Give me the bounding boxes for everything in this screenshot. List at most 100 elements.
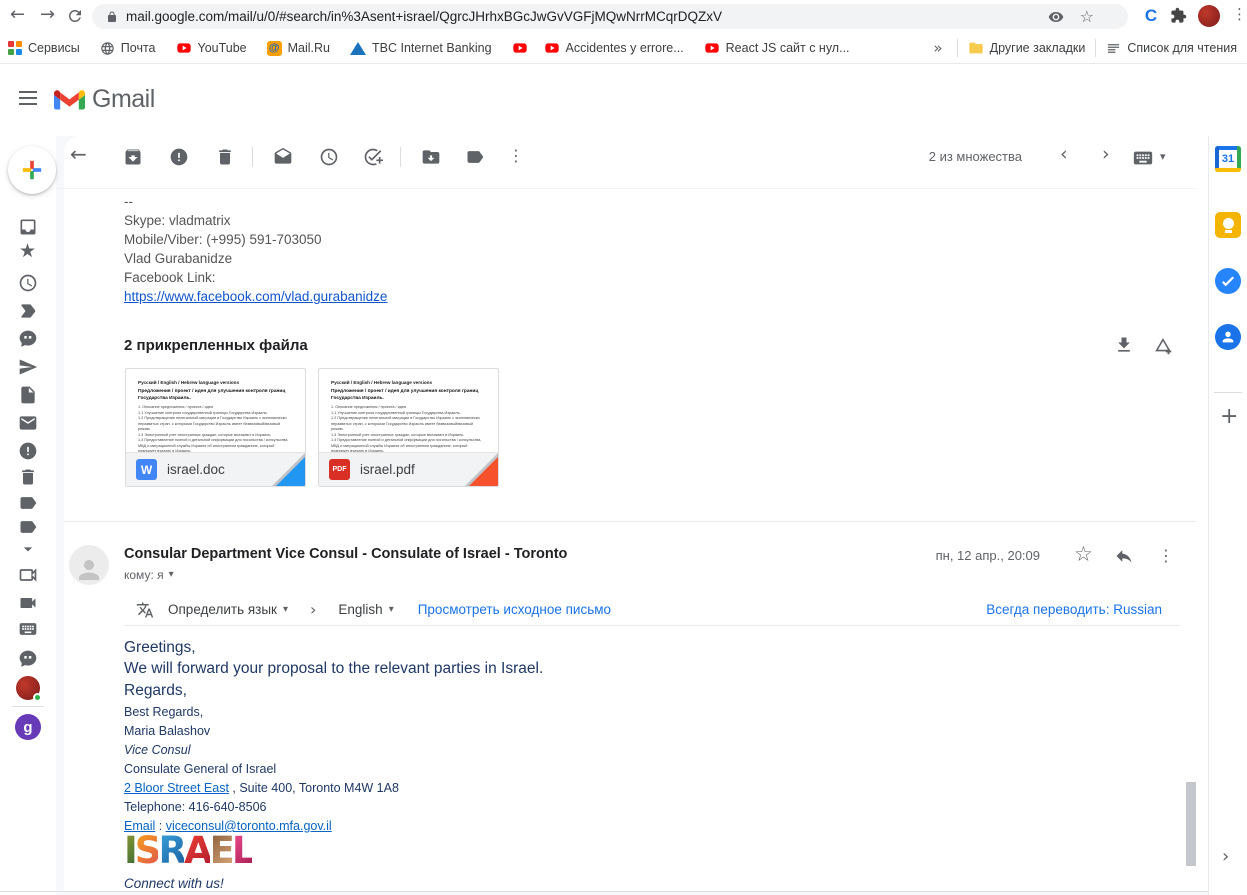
- address-link[interactable]: 2 Bloor Street East: [124, 781, 229, 795]
- move-to-icon[interactable]: [420, 146, 442, 168]
- input-tools-keyboard-icon[interactable]: [1132, 147, 1154, 169]
- details-caret-icon[interactable]: ▾: [169, 570, 174, 580]
- sidebar-starred-icon[interactable]: ★: [19, 242, 36, 261]
- add-all-to-drive-icon[interactable]: [1152, 335, 1174, 357]
- bookmark-star-icon[interactable]: ☆: [1080, 9, 1094, 25]
- collapse-panel-chevron-icon[interactable]: ›: [1222, 848, 1229, 866]
- extension-c-icon[interactable]: C: [1140, 5, 1162, 27]
- address-bar[interactable]: mail.google.com/mail/u/0/#search/in%3Ase…: [92, 4, 1128, 29]
- browser-profile-avatar[interactable]: [1198, 5, 1220, 27]
- sidebar-chats-icon[interactable]: [17, 328, 39, 350]
- youtube-icon: [544, 40, 560, 56]
- message-more-icon[interactable]: ⋮: [1158, 548, 1174, 564]
- bookmark-mailru[interactable]: @ Mail.Ru: [267, 41, 330, 56]
- meet-keyboard-icon[interactable]: [17, 618, 39, 640]
- sidebar-label-icon[interactable]: [17, 516, 39, 538]
- archive-icon[interactable]: [122, 146, 144, 168]
- body-address-line: 2 Bloor Street East , Suite 400, Toronto…: [124, 781, 399, 795]
- older-conversation-icon[interactable]: ›: [1102, 145, 1110, 164]
- sidebar-sent-icon[interactable]: [17, 356, 39, 378]
- sender-name[interactable]: Consular Department Vice Consul - Consul…: [124, 546, 567, 562]
- sidebar-inbox-icon[interactable]: [17, 216, 39, 238]
- add-addon-icon[interactable]: +: [1220, 406, 1238, 428]
- calendar-icon[interactable]: 31: [1215, 146, 1241, 172]
- sidebar-important-icon[interactable]: [17, 300, 39, 322]
- tbc-triangle-icon: [350, 42, 366, 55]
- reading-list-button[interactable]: Список для чтения: [1106, 41, 1237, 56]
- tasks-icon[interactable]: [1215, 268, 1241, 294]
- browser-menu-icon[interactable]: ⋮: [1232, 7, 1247, 22]
- browser-refresh-icon[interactable]: [66, 7, 84, 25]
- youtube-icon: [704, 40, 720, 56]
- body-sig-line: Consulate General of Israel: [124, 762, 276, 776]
- attachment-card-doc[interactable]: Русский / English / Hebrew language vers…: [125, 368, 306, 487]
- connect-with-us: Connect with us!: [124, 876, 224, 891]
- sig-dash: --: [124, 192, 387, 211]
- divider: [1214, 392, 1242, 393]
- bookmarks-overflow-icon[interactable]: »: [933, 41, 942, 56]
- sidebar-snoozed-icon[interactable]: [17, 272, 39, 294]
- target-caret-icon[interactable]: ▾: [389, 605, 394, 615]
- sidebar-spam-icon[interactable]: [17, 440, 39, 462]
- services-grid-icon: [8, 41, 22, 55]
- bookmark-mail[interactable]: Почта: [100, 41, 156, 56]
- hangouts-contact-avatar[interactable]: [16, 676, 40, 700]
- delete-icon[interactable]: [214, 146, 236, 168]
- sender-avatar[interactable]: [69, 545, 109, 585]
- bookmark-accidentes[interactable]: Accidentes y errore...: [544, 40, 684, 56]
- back-to-list-icon[interactable]: ←: [70, 144, 87, 164]
- detect-caret-icon[interactable]: ▾: [283, 605, 288, 615]
- meet-new-meeting-icon[interactable]: [17, 564, 39, 586]
- other-bookmarks-button[interactable]: Другие закладки: [968, 40, 1086, 56]
- extensions-puzzle-icon[interactable]: [1170, 7, 1187, 24]
- sidebar-allmail-icon[interactable]: [17, 412, 39, 434]
- newer-conversation-icon[interactable]: ‹: [1060, 145, 1068, 164]
- meet-join-meeting-icon[interactable]: [17, 592, 39, 614]
- keep-icon[interactable]: [1215, 212, 1241, 238]
- compose-button[interactable]: [8, 146, 56, 194]
- email1-signature: -- Skype: vladmatrix Mobile/Viber: (+995…: [124, 192, 387, 306]
- recipient-row[interactable]: кому: я ▾: [124, 568, 174, 582]
- sig-line: Vlad Gurabanidze: [124, 249, 387, 268]
- mark-unread-icon[interactable]: [272, 146, 294, 168]
- bookmark-youtube[interactable]: YouTube: [176, 40, 247, 56]
- url-text[interactable]: mail.google.com/mail/u/0/#search/in%3Ase…: [126, 9, 722, 24]
- snooze-icon[interactable]: [318, 146, 340, 168]
- hangouts-contact-g-avatar[interactable]: g: [15, 714, 41, 740]
- sidebar-drafts-icon[interactable]: [17, 384, 39, 406]
- browser-forward-icon[interactable]: →: [40, 6, 55, 24]
- detect-language-dropdown[interactable]: Определить язык: [168, 602, 277, 617]
- input-tools-caret-icon[interactable]: ▾: [1160, 151, 1166, 162]
- contacts-icon[interactable]: [1215, 324, 1241, 350]
- reading-mode-icon[interactable]: [1048, 9, 1064, 25]
- sidebar-more-chevron-icon[interactable]: [17, 538, 39, 560]
- more-actions-icon[interactable]: ⋮: [508, 148, 524, 164]
- hamburger-menu-icon[interactable]: [16, 86, 40, 110]
- view-original-link[interactable]: Просмотреть исходное письмо: [418, 602, 611, 617]
- divider: [1095, 39, 1096, 57]
- download-all-icon[interactable]: [1114, 335, 1134, 355]
- bookmark-tbc[interactable]: TBC Internet Banking: [350, 41, 492, 55]
- labels-icon[interactable]: [464, 146, 486, 168]
- scrollbar-thumb[interactable]: [1186, 782, 1196, 866]
- sidebar-trash-icon[interactable]: [17, 466, 39, 488]
- sig-line: Skype: vladmatrix: [124, 211, 387, 230]
- pagination-label: 2 из множества: [900, 149, 1022, 164]
- pdf-icon: PDF: [329, 459, 350, 480]
- add-to-tasks-icon[interactable]: [362, 146, 384, 168]
- gmail-logo-icon[interactable]: [54, 88, 85, 112]
- always-translate-link[interactable]: Всегда переводить: Russian: [986, 602, 1162, 617]
- star-email-icon[interactable]: ☆: [1074, 544, 1093, 565]
- bookmark-youtube-2[interactable]: [512, 40, 528, 56]
- report-spam-icon[interactable]: [168, 146, 190, 168]
- bookmark-react[interactable]: React JS сайт с нул...: [704, 40, 850, 56]
- reply-icon[interactable]: [1114, 546, 1134, 566]
- bookmark-services[interactable]: Сервисы: [8, 41, 80, 55]
- attachment-filename: israel.pdf: [360, 462, 415, 477]
- browser-back-icon[interactable]: ←: [10, 6, 25, 24]
- sidebar-label-icon[interactable]: [17, 492, 39, 514]
- target-language-dropdown[interactable]: English: [338, 602, 382, 617]
- hangouts-icon[interactable]: [17, 648, 39, 670]
- attachment-card-pdf[interactable]: Русский / English / Hebrew language vers…: [318, 368, 499, 487]
- facebook-link[interactable]: https://www.facebook.com/vlad.gurabanidz…: [124, 289, 387, 304]
